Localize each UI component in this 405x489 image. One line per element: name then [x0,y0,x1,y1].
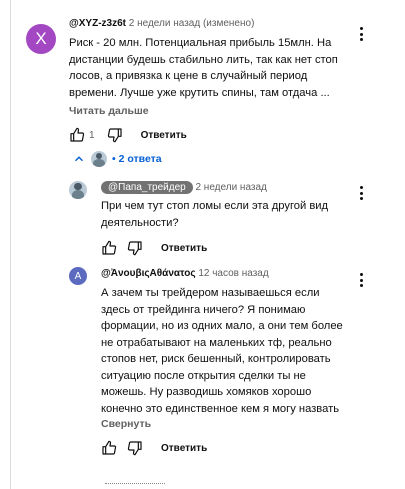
comment-line: Риск - 20 млн. Потенциальная прибыль 15м… [69,37,332,49]
like-icon[interactable] [101,240,117,256]
avatar[interactable]: A [69,267,87,285]
comment-line: времени. Лучше уже крутить спины, там от… [69,86,330,99]
reply-timestamp: 2 недели назад [195,182,267,193]
dislike-icon[interactable] [127,440,143,456]
avatar[interactable]: X [26,24,56,54]
comment-timestamp: 2 недели назад (изменено) [128,18,255,29]
comment-line: лосов, а привязка к цене в случайный пер… [69,70,308,82]
replies-count: • 2 ответа [112,153,162,165]
reply-header: @ἈνουβιςΑθάνατος 12 часов назад [101,268,269,279]
more-options-icon[interactable] [353,271,369,289]
reply-line: не отрабатывают на маленьких тф, реально [101,336,332,349]
reply-line: здесь от трейдинга ничего? Я понимаю [101,303,306,316]
avatar[interactable] [69,181,87,199]
reply-line: можешь. Ну разводишь хомяков хорошо [101,386,312,398]
reply-button[interactable]: Ответить [161,443,207,454]
reply-button[interactable]: Ответить [161,243,207,254]
reply-actions: Ответить [101,440,207,456]
author-name[interactable]: @XYZ-z3z6t [69,18,126,29]
more-options-icon[interactable] [353,25,369,43]
avatar-letter: A [74,270,82,282]
reply-line: формации, но из одних мало, а они тем бо… [101,320,343,332]
reply-text: При чем тут стоп ломы если эта другой ви… [101,198,328,231]
reply-line: конечно это единственное кем я могу назв… [101,402,340,415]
dislike-icon[interactable] [127,240,143,256]
reply-line: А зачем ты трейдером называешься если [101,287,320,299]
reply-line: стопов нет, риск бешенный, контролироват… [101,353,331,365]
collapse-link[interactable]: Свернуть [101,418,151,430]
reply-header: @Папа_трейдер 2 недели назад [101,181,267,194]
reply-text: А зачем ты трейдером называешься если зд… [101,285,343,417]
reply-actions: Ответить [101,240,207,256]
chevron-up-icon [75,156,83,162]
reply-line: деятельности? [101,216,179,229]
avatar-letter: X [35,29,47,48]
author-name[interactable]: @ἈνουβιςΑθάνατος [101,268,196,279]
like-icon[interactable] [69,127,85,143]
replies-toggle[interactable]: • 2 ответа [72,151,162,167]
comment-actions: 1 Ответить [69,127,187,143]
like-icon[interactable] [101,440,117,456]
read-more-link[interactable]: Читать дальше [69,105,149,117]
reply-line: При чем тут стоп ломы если эта другой ви… [101,200,329,212]
comment-header: @XYZ-z3z6t 2 недели назад (изменено) [69,18,254,29]
comment-line: дистанции будешь стабильно лить, так как… [69,53,338,66]
truncated-content [105,483,165,486]
avatar [91,151,107,167]
more-options-icon[interactable] [353,184,369,202]
reply-line: ситуацию после открытия сделки ты не [101,369,306,382]
reply-timestamp: 12 часов назад [198,268,269,279]
reply-button[interactable]: Ответить [141,130,187,141]
author-name[interactable]: @Папа_трейдер [101,181,193,194]
comment-text: Риск - 20 млн. Потенциальная прибыль 15м… [69,35,338,101]
dislike-icon[interactable] [107,127,123,143]
like-count: 1 [89,129,95,141]
